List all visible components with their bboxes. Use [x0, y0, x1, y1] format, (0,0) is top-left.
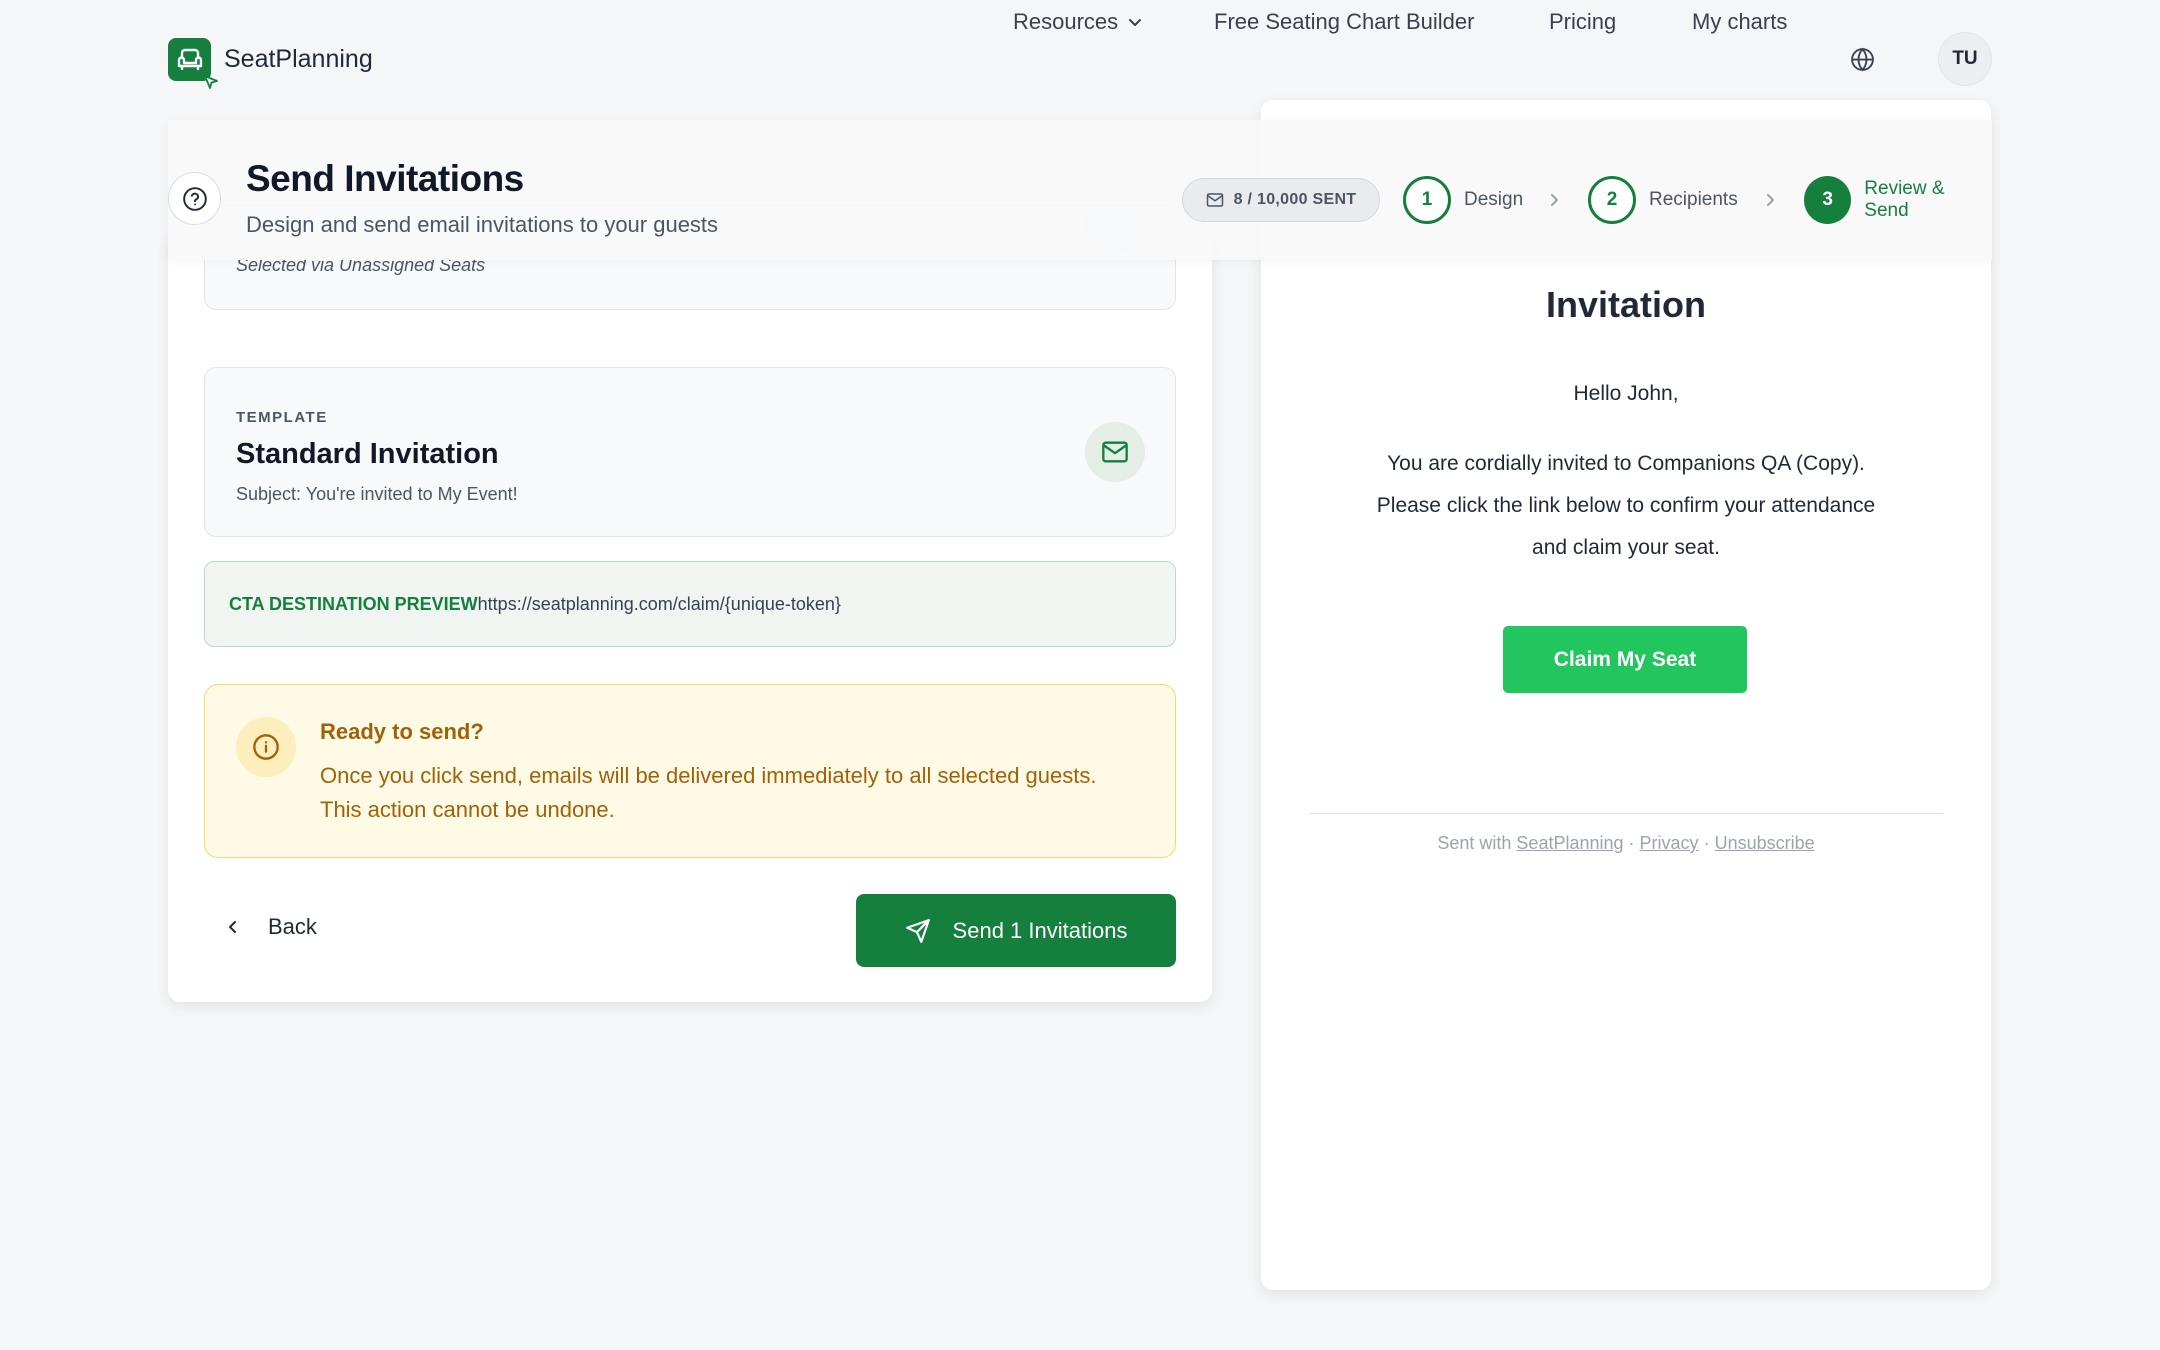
- review-panel: Selected via Unassigned Seats TEMPLATE S…: [168, 200, 1212, 1002]
- send-invitations-button[interactable]: Send 1 Invitations: [856, 894, 1176, 967]
- step-number: 2: [1588, 176, 1636, 224]
- page-header: Send Invitations Design and send email i…: [168, 120, 1992, 260]
- step-design[interactable]: 1 Design: [1403, 176, 1523, 224]
- email-preview-body: Invitation Hello John, You are cordially…: [1309, 260, 1943, 778]
- page-title: Send Invitations: [246, 158, 524, 199]
- help-button[interactable]: [168, 172, 221, 225]
- nav-resources[interactable]: Resources: [1013, 9, 1144, 35]
- email-heading: Invitation: [1546, 284, 1706, 325]
- nav-resources-label: Resources: [1013, 9, 1119, 34]
- cursor-icon: [204, 75, 218, 89]
- email-message: You are cordially invited to Companions …: [1376, 452, 1876, 559]
- step-label: Recipients: [1649, 189, 1738, 210]
- footer-prefix: Sent with: [1437, 833, 1512, 853]
- footer-brand-link[interactable]: SeatPlanning: [1516, 833, 1623, 853]
- globe-icon[interactable]: [1850, 47, 1875, 72]
- user-avatar[interactable]: TU: [1938, 32, 1992, 86]
- sent-quota-badge: 8 / 10,000 SENT: [1182, 178, 1380, 222]
- step-number: 3: [1804, 176, 1852, 224]
- step-number: 1: [1403, 176, 1451, 224]
- ready-to-send-notice: Ready to send? Once you click send, emai…: [204, 684, 1176, 858]
- step-label: Review & Send: [1864, 178, 1945, 221]
- help-icon: [182, 186, 207, 211]
- ready-text: Once you click send, emails will be deli…: [320, 763, 1097, 822]
- template-name: Standard Invitation: [236, 438, 499, 470]
- step-label: Design: [1464, 189, 1524, 210]
- template-kicker: TEMPLATE: [236, 409, 328, 426]
- email-greeting: Hello John,: [1573, 382, 1679, 405]
- template-subject: Subject: You're invited to My Event!: [236, 484, 518, 504]
- back-button[interactable]: Back: [224, 905, 317, 949]
- step-recipients[interactable]: 2 Recipients: [1588, 176, 1738, 224]
- step-review-send[interactable]: 3 Review & Send: [1804, 176, 1992, 224]
- seat-icon: [168, 38, 218, 89]
- info-icon: [236, 717, 296, 777]
- brand-name: SeatPlanning: [224, 45, 373, 73]
- cta-url: https://seatplanning.com/claim/{unique-t…: [477, 593, 841, 614]
- back-label: Back: [268, 914, 317, 939]
- sent-quota-text: 8 / 10,000 SENT: [1233, 191, 1357, 208]
- email-divider: [1309, 813, 1943, 814]
- send-label: Send 1 Invitations: [952, 917, 1128, 943]
- chevron-right-icon: [1551, 194, 1558, 206]
- page-subtitle: Design and send email invitations to you…: [246, 212, 719, 237]
- footer-separator: ·: [1628, 833, 1635, 853]
- mail-icon: [1085, 422, 1145, 482]
- mail-icon: [1206, 193, 1223, 207]
- nav-pricing[interactable]: Pricing: [1549, 9, 1616, 35]
- chevron-left-icon: [229, 921, 236, 933]
- footer-privacy-link[interactable]: Privacy: [1640, 833, 1699, 853]
- brand-logo[interactable]: SeatPlanning: [168, 38, 373, 89]
- cta-destination-preview: CTA DESTINATION PREVIEW https://seatplan…: [204, 561, 1176, 647]
- email-footer: Sent with SeatPlanning · Privacy · Unsub…: [1309, 833, 1943, 854]
- footer-separator: ·: [1703, 833, 1710, 853]
- ready-title: Ready to send?: [320, 719, 484, 744]
- footer-unsubscribe-link[interactable]: Unsubscribe: [1715, 833, 1815, 853]
- cta-label: CTA DESTINATION PREVIEW: [229, 593, 478, 614]
- claim-my-seat-button[interactable]: Claim My Seat: [1503, 626, 1747, 693]
- nav-free-seating-chart-builder[interactable]: Free Seating Chart Builder: [1214, 9, 1474, 35]
- template-summary: TEMPLATE Standard Invitation Subject: Yo…: [204, 367, 1176, 537]
- nav-my-charts[interactable]: My charts: [1692, 9, 1787, 35]
- email-preview-panel: Invitation Hello John, You are cordially…: [1261, 100, 1991, 1290]
- chevron-down-icon: [1129, 19, 1142, 26]
- chevron-right-icon: [1767, 194, 1774, 206]
- send-icon: [905, 918, 930, 943]
